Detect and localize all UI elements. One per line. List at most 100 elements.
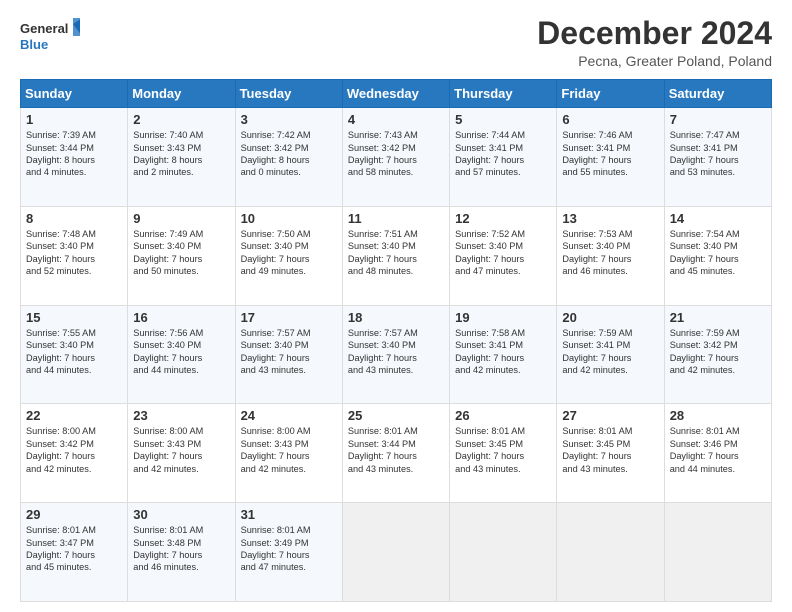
day-number: 24 [241,408,337,423]
day-number: 29 [26,507,122,522]
day-number: 21 [670,310,766,325]
calendar-cell: 5 Sunrise: 7:44 AMSunset: 3:41 PMDaylight… [450,108,557,207]
calendar-cell: 15Sunrise: 7:55 AMSunset: 3:40 PMDayligh… [21,305,128,404]
day-number: 18 [348,310,444,325]
calendar-week-row: 29Sunrise: 8:01 AMSunset: 3:47 PMDayligh… [21,503,772,602]
header: General Blue December 2024 Pecna, Greate… [20,16,772,69]
day-number: 14 [670,211,766,226]
cell-content: Sunrise: 8:01 AMSunset: 3:45 PMDaylight:… [455,425,551,475]
cell-content: Sunrise: 7:46 AMSunset: 3:41 PMDaylight:… [562,129,658,179]
page: General Blue December 2024 Pecna, Greate… [0,0,792,612]
day-number: 2 [133,112,229,127]
calendar-day-header: Thursday [450,80,557,108]
cell-content: Sunrise: 7:57 AMSunset: 3:40 PMDaylight:… [241,327,337,377]
day-number: 16 [133,310,229,325]
calendar-cell [557,503,664,602]
calendar-cell: 18Sunrise: 7:57 AMSunset: 3:40 PMDayligh… [342,305,449,404]
calendar-cell: 29Sunrise: 8:01 AMSunset: 3:47 PMDayligh… [21,503,128,602]
svg-text:General: General [20,21,68,36]
cell-content: Sunrise: 8:01 AMSunset: 3:44 PMDaylight:… [348,425,444,475]
day-number: 20 [562,310,658,325]
calendar-cell: 25Sunrise: 8:01 AMSunset: 3:44 PMDayligh… [342,404,449,503]
cell-content: Sunrise: 7:54 AMSunset: 3:40 PMDaylight:… [670,228,766,278]
cell-content: Sunrise: 7:49 AMSunset: 3:40 PMDaylight:… [133,228,229,278]
day-number: 19 [455,310,551,325]
calendar-cell: 23Sunrise: 8:00 AMSunset: 3:43 PMDayligh… [128,404,235,503]
day-number: 5 [455,112,551,127]
cell-content: Sunrise: 7:47 AMSunset: 3:41 PMDaylight:… [670,129,766,179]
day-number: 28 [670,408,766,423]
cell-content: Sunrise: 7:50 AMSunset: 3:40 PMDaylight:… [241,228,337,278]
main-title: December 2024 [537,16,772,51]
day-number: 6 [562,112,658,127]
day-number: 17 [241,310,337,325]
day-number: 31 [241,507,337,522]
day-number: 15 [26,310,122,325]
calendar-cell: 2 Sunrise: 7:40 AMSunset: 3:43 PMDaylight… [128,108,235,207]
calendar-cell: 17 Sunrise: 7:57 AMSunset: 3:40 PMDayligh… [235,305,342,404]
cell-content: Sunrise: 8:01 AMSunset: 3:45 PMDaylight:… [562,425,658,475]
calendar-cell [450,503,557,602]
calendar-cell [342,503,449,602]
day-number: 13 [562,211,658,226]
cell-content: Sunrise: 8:01 AMSunset: 3:48 PMDaylight:… [133,524,229,574]
calendar-cell: 1 Sunrise: 7:39 AMSunset: 3:44 PMDaylight… [21,108,128,207]
calendar-day-header: Friday [557,80,664,108]
calendar-cell: 19 Sunrise: 7:58 AMSunset: 3:41 PMDayligh… [450,305,557,404]
logo: General Blue [20,16,80,56]
calendar-cell: 21Sunrise: 7:59 AMSunset: 3:42 PMDayligh… [664,305,771,404]
cell-content: Sunrise: 7:48 AMSunset: 3:40 PMDaylight:… [26,228,122,278]
calendar-cell: 10 Sunrise: 7:50 AMSunset: 3:40 PMDayligh… [235,206,342,305]
calendar-table: SundayMondayTuesdayWednesdayThursdayFrid… [20,79,772,602]
calendar-week-row: 22 Sunrise: 8:00 AMSunset: 3:42 PMDayligh… [21,404,772,503]
calendar-cell: 30 Sunrise: 8:01 AMSunset: 3:48 PMDayligh… [128,503,235,602]
calendar-week-row: 1 Sunrise: 7:39 AMSunset: 3:44 PMDaylight… [21,108,772,207]
cell-content: Sunrise: 7:52 AMSunset: 3:40 PMDaylight:… [455,228,551,278]
day-number: 9 [133,211,229,226]
day-number: 22 [26,408,122,423]
cell-content: Sunrise: 7:40 AMSunset: 3:43 PMDaylight:… [133,129,229,179]
cell-content: Sunrise: 8:01 AMSunset: 3:49 PMDaylight:… [241,524,337,574]
calendar-day-header: Saturday [664,80,771,108]
calendar-week-row: 15Sunrise: 7:55 AMSunset: 3:40 PMDayligh… [21,305,772,404]
cell-content: Sunrise: 7:59 AMSunset: 3:41 PMDaylight:… [562,327,658,377]
calendar-cell: 20 Sunrise: 7:59 AMSunset: 3:41 PMDayligh… [557,305,664,404]
logo-svg: General Blue [20,16,80,56]
day-number: 4 [348,112,444,127]
day-number: 12 [455,211,551,226]
subtitle: Pecna, Greater Poland, Poland [537,53,772,69]
day-number: 3 [241,112,337,127]
cell-content: Sunrise: 7:44 AMSunset: 3:41 PMDaylight:… [455,129,551,179]
calendar-day-header: Sunday [21,80,128,108]
svg-text:Blue: Blue [20,37,48,52]
cell-content: Sunrise: 7:39 AMSunset: 3:44 PMDaylight:… [26,129,122,179]
calendar-header-row: SundayMondayTuesdayWednesdayThursdayFrid… [21,80,772,108]
calendar-cell: 12 Sunrise: 7:52 AMSunset: 3:40 PMDayligh… [450,206,557,305]
cell-content: Sunrise: 7:58 AMSunset: 3:41 PMDaylight:… [455,327,551,377]
cell-content: Sunrise: 8:00 AMSunset: 3:43 PMDaylight:… [133,425,229,475]
day-number: 30 [133,507,229,522]
day-number: 26 [455,408,551,423]
day-number: 1 [26,112,122,127]
day-number: 27 [562,408,658,423]
calendar-cell: 6 Sunrise: 7:46 AMSunset: 3:41 PMDaylight… [557,108,664,207]
day-number: 7 [670,112,766,127]
calendar-cell: 14 Sunrise: 7:54 AMSunset: 3:40 PMDayligh… [664,206,771,305]
calendar-cell: 7 Sunrise: 7:47 AMSunset: 3:41 PMDaylight… [664,108,771,207]
calendar-week-row: 8Sunrise: 7:48 AMSunset: 3:40 PMDaylight… [21,206,772,305]
cell-content: Sunrise: 7:56 AMSunset: 3:40 PMDaylight:… [133,327,229,377]
cell-content: Sunrise: 8:00 AMSunset: 3:42 PMDaylight:… [26,425,122,475]
title-block: December 2024 Pecna, Greater Poland, Pol… [537,16,772,69]
calendar-cell: 26 Sunrise: 8:01 AMSunset: 3:45 PMDayligh… [450,404,557,503]
day-number: 10 [241,211,337,226]
calendar-cell: 11Sunrise: 7:51 AMSunset: 3:40 PMDayligh… [342,206,449,305]
cell-content: Sunrise: 8:01 AMSunset: 3:46 PMDaylight:… [670,425,766,475]
cell-content: Sunrise: 7:43 AMSunset: 3:42 PMDaylight:… [348,129,444,179]
calendar-cell [664,503,771,602]
cell-content: Sunrise: 8:00 AMSunset: 3:43 PMDaylight:… [241,425,337,475]
calendar-day-header: Tuesday [235,80,342,108]
cell-content: Sunrise: 7:53 AMSunset: 3:40 PMDaylight:… [562,228,658,278]
calendar-cell: 22 Sunrise: 8:00 AMSunset: 3:42 PMDayligh… [21,404,128,503]
calendar-cell: 31 Sunrise: 8:01 AMSunset: 3:49 PMDayligh… [235,503,342,602]
calendar-cell: 27 Sunrise: 8:01 AMSunset: 3:45 PMDayligh… [557,404,664,503]
